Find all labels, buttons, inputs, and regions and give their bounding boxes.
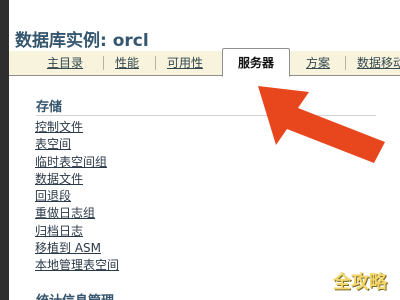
oem-page: 数据库实例: orcl 主目录 性能 可用性 服务器 方案 数据移动 存储 控制… xyxy=(9,0,400,300)
link-migrate-to-asm[interactable]: 移植到 ASM xyxy=(35,240,119,257)
tab-schema[interactable]: 方案 xyxy=(306,51,330,75)
storage-link-list: 控制文件 表空间 临时表空间组 数据文件 回退段 重做日志组 归档日志 移植到 … xyxy=(35,119,119,275)
section-divider xyxy=(36,115,376,116)
tab-bar: 主目录 性能 可用性 服务器 方案 数据移动 xyxy=(9,48,400,77)
watermark-logo: 全攻略 xyxy=(333,272,387,293)
tab-separator xyxy=(103,56,104,70)
tab-server[interactable]: 服务器 xyxy=(222,48,290,77)
link-redo-log-groups[interactable]: 重做日志组 xyxy=(35,205,119,222)
link-archive-logs[interactable]: 归档日志 xyxy=(35,223,119,240)
link-tablespaces[interactable]: 表空间 xyxy=(35,136,119,153)
link-datafiles[interactable]: 数据文件 xyxy=(35,171,119,188)
tab-separator xyxy=(345,56,346,70)
tab-separator xyxy=(155,56,156,70)
statistics-management-heading: 统计信息管理 xyxy=(36,290,114,300)
tab-availability[interactable]: 可用性 xyxy=(167,51,203,75)
link-locally-managed-tablespaces[interactable]: 本地管理表空间 xyxy=(35,257,119,274)
link-temp-tablespace-groups[interactable]: 临时表空间组 xyxy=(35,154,119,171)
storage-heading: 存储 xyxy=(36,100,63,115)
link-control-files[interactable]: 控制文件 xyxy=(35,119,119,136)
tab-home[interactable]: 主目录 xyxy=(47,51,83,75)
tab-data-movement[interactable]: 数据移动 xyxy=(357,51,400,75)
tab-performance[interactable]: 性能 xyxy=(115,51,139,75)
page-title: 数据库实例: orcl xyxy=(15,31,149,51)
link-rollback-segments[interactable]: 回退段 xyxy=(35,188,119,205)
